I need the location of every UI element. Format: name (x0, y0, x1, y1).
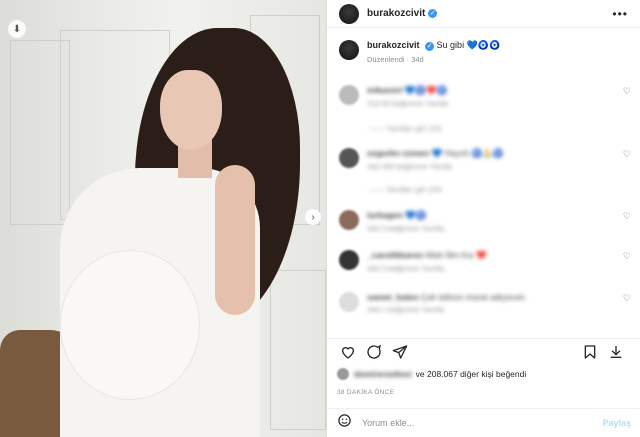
comment-item: _cacelikkaren Allah İlim Kıs ❤️ 34d 3 be… (339, 250, 631, 273)
view-replies[interactable]: —— Yanıtları gör (24) (369, 185, 442, 194)
avatar[interactable] (339, 210, 359, 230)
post-photo[interactable]: ⬇ › (0, 0, 326, 437)
avatar[interactable] (339, 40, 359, 60)
wall-panel (270, 270, 326, 430)
comment-input[interactable]: Yorum ekle... (362, 418, 602, 428)
edited-label: Düzenlendi · 34d (367, 55, 424, 64)
caption: burakozcivit ✓ Su gibi 💙🧿🧿 Düzenlendi · … (339, 40, 500, 64)
comment-username[interactable]: _cacelikkaren (367, 250, 423, 260)
share-icon[interactable] (389, 341, 411, 363)
username[interactable]: burakozcivit (367, 8, 425, 19)
comment-meta: 34d 3 beğenme Yanıtla (367, 264, 444, 273)
add-comment-bar: Yorum ekle... Paylaş (327, 408, 640, 437)
person-belly (60, 250, 200, 400)
save-bookmark-icon[interactable] (579, 341, 601, 363)
avatar[interactable] (339, 148, 359, 168)
comment-text: 💙🧿 (405, 210, 427, 220)
likes-summary: demirerseltesi ve 208.067 diğer kişi beğ… (337, 368, 526, 380)
person-face (160, 70, 222, 150)
comment-meta: 34d 3 beğenme Yanıtla (367, 224, 444, 233)
post-header: burakozcivit ✓ ••• (327, 0, 640, 28)
carousel-next-icon[interactable]: › (305, 209, 321, 225)
comment-username[interactable]: turkagen (367, 210, 403, 220)
comment-text: Çok tatlısın murat adiyorum (420, 292, 525, 302)
comment-item: m4uemrl 💙🧿❤️🧿 31d 93 beğenme Yanıtla ♡ (339, 85, 631, 108)
more-horizontal-icon[interactable]: ••• (612, 7, 628, 21)
heart-icon[interactable]: ♡ (623, 210, 631, 233)
comment-item: samet_bates Çok tatlısın murat adiyorum … (339, 292, 631, 314)
person-arm (215, 165, 255, 315)
comments-list: burakozcivit ✓ Su gibi 💙🧿🧿 Düzenlendi · … (327, 28, 640, 338)
post-sidebar: burakozcivit ✓ ••• burakozcivit ✓ Su gib… (326, 0, 640, 437)
post-timestamp[interactable]: 38 DAKİKA ÖNCE (337, 389, 394, 396)
likes-count[interactable]: ve 208.067 diğer kişi beğendi (416, 369, 527, 379)
caption-text: Su gibi 💙🧿🧿 (436, 40, 501, 50)
heart-icon[interactable]: ♡ (623, 250, 631, 273)
avatar[interactable] (339, 292, 359, 312)
caption-username[interactable]: burakozcivit (367, 40, 420, 50)
comment-username[interactable]: samet_bates (367, 292, 419, 302)
like-heart-icon[interactable] (337, 341, 359, 363)
comment-meta: 34d 1 beğenme Yanıtla (367, 305, 444, 314)
comment-icon[interactable] (363, 341, 385, 363)
post-comment-button[interactable]: Paylaş (602, 418, 631, 428)
verified-badge-icon: ✓ (428, 9, 438, 18)
action-bar (327, 338, 640, 364)
emoji-icon[interactable] (337, 413, 352, 433)
download-icon[interactable] (605, 341, 627, 363)
heart-icon[interactable]: ♡ (623, 148, 631, 171)
comment-meta: 31d 93 beğenme Yanıtla (367, 99, 449, 108)
comment-text: Allah İlim Kıs ❤️ (424, 250, 487, 260)
comment-meta: 34d 499 beğenme Yanıtla (367, 162, 453, 171)
avatar[interactable] (339, 3, 359, 24)
verified-badge-icon: ✓ (425, 42, 435, 51)
comment-item: ozgurkn ozmen 💙 Hayırlı 🧿🙏🧿 34d 499 beğe… (339, 148, 631, 171)
liker-username[interactable]: demirerseltesi (354, 369, 412, 379)
comment-text: 💙🧿❤️🧿 (404, 85, 448, 95)
view-replies[interactable]: —— Yanıtları gör (15) (369, 124, 442, 133)
comment-username[interactable]: m4uemrl (367, 85, 402, 95)
avatar (337, 368, 349, 380)
avatar[interactable] (339, 85, 359, 105)
heart-icon[interactable]: ♡ (623, 292, 631, 314)
heart-icon[interactable]: ♡ (623, 85, 631, 108)
avatar[interactable] (339, 250, 359, 270)
comment-item: turkagen 💙🧿 34d 3 beğenme Yanıtla ♡ (339, 210, 631, 233)
comment-username[interactable]: ozgurkn ozmen (367, 148, 429, 158)
comment-text: 💙 Hayırlı 🧿🙏🧿 (431, 148, 504, 158)
carousel-left-icon[interactable]: ⬇ (8, 20, 26, 38)
